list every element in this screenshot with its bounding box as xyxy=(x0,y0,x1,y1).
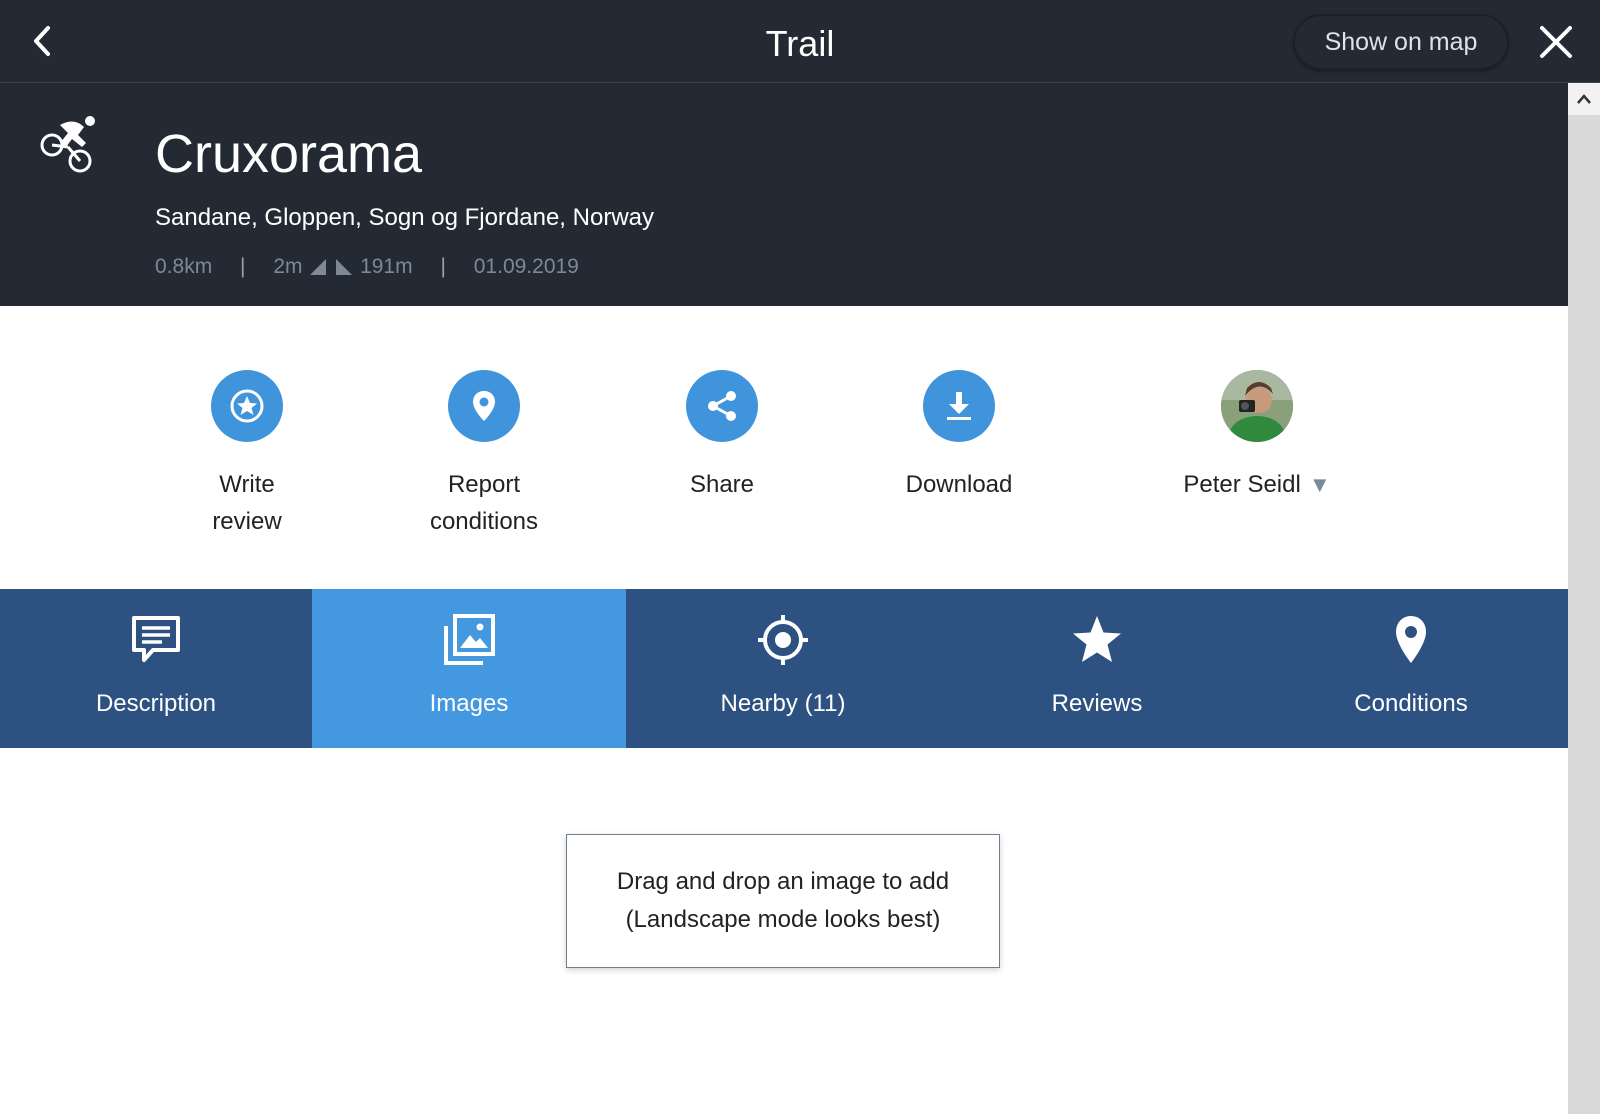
avatar xyxy=(1221,370,1293,442)
chevron-up-icon xyxy=(1577,94,1591,104)
action-circle xyxy=(448,370,520,442)
trail-date: 01.09.2019 xyxy=(473,255,579,278)
action-circle xyxy=(211,370,283,442)
star-icon xyxy=(1073,616,1121,662)
trail-distance: 0.8km xyxy=(155,255,213,278)
dropdown-caret-icon: ▼ xyxy=(1308,472,1331,497)
stats-separator: | xyxy=(440,255,446,278)
trail-descent: 191m xyxy=(360,255,413,278)
close-button[interactable] xyxy=(1536,22,1576,62)
user-name: Peter Seidl xyxy=(1183,471,1301,498)
action-label-line: conditions xyxy=(429,508,539,535)
action-label-line: Write xyxy=(219,471,275,498)
share-button[interactable]: Share xyxy=(622,370,822,503)
drop-zone-line: (Landscape mode looks best) xyxy=(625,906,941,933)
drop-zone-line: Drag and drop an image to add xyxy=(616,868,950,895)
crosshair-icon xyxy=(758,615,808,665)
report-conditions-button[interactable]: Report conditions xyxy=(384,370,584,540)
write-review-button[interactable]: Write review xyxy=(147,370,347,540)
trail-name: Cruxorama xyxy=(155,124,423,184)
top-bar: Trail Show on map xyxy=(0,0,1600,83)
action-circle xyxy=(686,370,758,442)
action-label: Report conditions xyxy=(384,466,584,540)
trail-stats: 0.8km | 2m 191m | 01.09.2019 xyxy=(155,253,579,281)
tab-images[interactable]: Images xyxy=(312,589,626,748)
location-pin-icon xyxy=(1396,616,1426,663)
action-label-line: Report xyxy=(447,471,521,498)
tab-bar: Description Images Nearby (11) Reviews C… xyxy=(0,589,1568,748)
scrollbar[interactable] xyxy=(1568,83,1600,1114)
download-button[interactable]: Download xyxy=(859,370,1059,503)
star-badge-icon xyxy=(230,389,264,423)
user-label: Peter Seidl ▼ xyxy=(1157,466,1357,503)
close-icon xyxy=(1540,26,1572,58)
share-icon xyxy=(708,391,736,421)
action-label: Download xyxy=(905,471,1013,498)
images-icon xyxy=(444,614,495,665)
user-menu[interactable]: Peter Seidl ▼ xyxy=(1157,370,1357,503)
comment-icon xyxy=(132,616,180,662)
action-row: Write review Report conditions Share Dow… xyxy=(0,306,1568,589)
climb-icon xyxy=(310,259,327,275)
action-label: Write review xyxy=(147,466,347,540)
tab-label: Nearby (11) xyxy=(720,690,846,717)
image-drop-zone[interactable]: Drag and drop an image to add (Landscape… xyxy=(566,834,1000,968)
tab-label: Description xyxy=(95,690,217,717)
tab-label: Reviews xyxy=(1051,690,1143,717)
mountain-bike-icon xyxy=(40,116,95,173)
descent-icon xyxy=(336,259,353,275)
tab-label: Conditions xyxy=(1354,690,1468,717)
location-pin-icon xyxy=(473,391,495,421)
action-label: Share xyxy=(689,471,755,498)
tab-nearby[interactable]: Nearby (11) xyxy=(626,589,940,748)
tab-reviews[interactable]: Reviews xyxy=(940,589,1254,748)
tab-description[interactable]: Description xyxy=(0,589,312,748)
scroll-up-button[interactable] xyxy=(1568,83,1600,115)
trail-header: Cruxorama Sandane, Gloppen, Sogn og Fjor… xyxy=(0,83,1568,306)
tab-conditions[interactable]: Conditions xyxy=(1254,589,1568,748)
action-circle xyxy=(923,370,995,442)
tab-label: Images xyxy=(429,690,509,717)
trail-climb: 2m xyxy=(273,255,303,278)
show-on-map-button[interactable]: Show on map xyxy=(1295,16,1507,68)
stats-separator: | xyxy=(240,255,246,278)
action-label-line: review xyxy=(212,508,282,535)
user-photo xyxy=(1221,370,1293,442)
download-icon xyxy=(947,392,971,420)
trail-location: Sandane, Gloppen, Sogn og Fjordane, Norw… xyxy=(155,204,654,231)
